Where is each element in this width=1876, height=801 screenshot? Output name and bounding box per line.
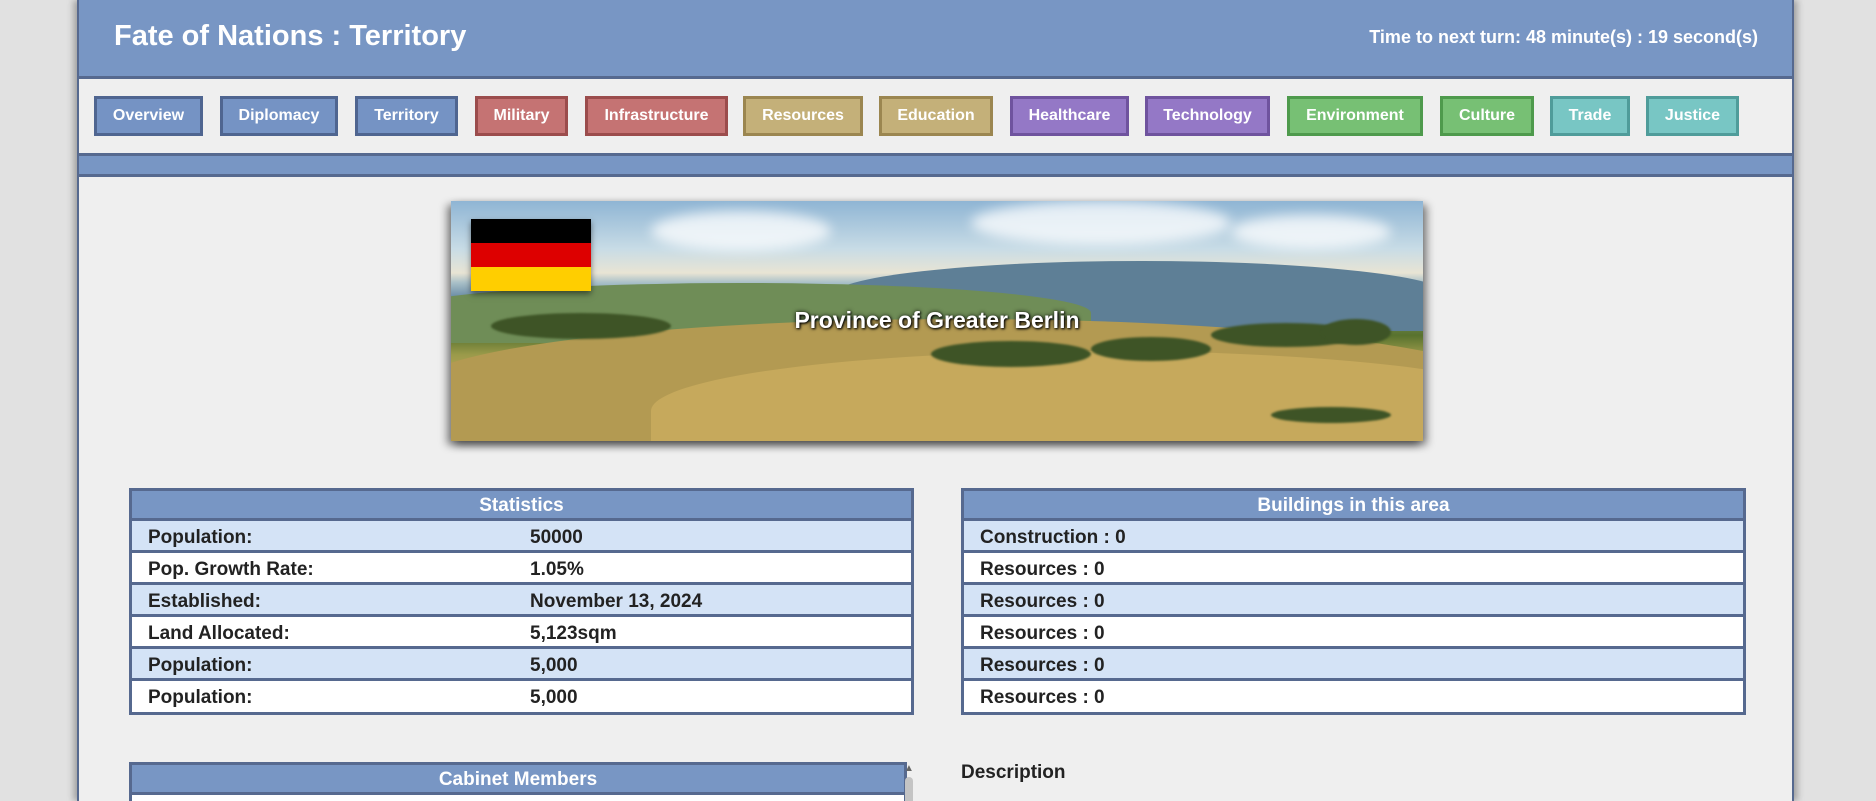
cloud-shape xyxy=(651,211,831,251)
stat-label: Population: xyxy=(148,687,253,708)
nav-bar: Overview Diplomacy Territory Military In… xyxy=(79,79,1792,153)
nav-diplomacy-button[interactable]: Diplomacy xyxy=(220,96,338,136)
stat-row: Pop. Growth Rate: 1.05% xyxy=(132,553,911,585)
stat-value: November 13, 2024 xyxy=(530,591,703,612)
nav-infrastructure-button[interactable]: Infrastructure xyxy=(585,96,728,136)
stat-value: 50000 xyxy=(530,527,583,548)
nav-healthcare-button[interactable]: Healthcare xyxy=(1010,96,1129,136)
stat-label: Population: xyxy=(148,655,253,676)
nav-culture-button[interactable]: Culture xyxy=(1440,96,1534,136)
province-banner: Province of Greater Berlin xyxy=(451,201,1423,441)
stat-value: 5,123sqm xyxy=(530,623,617,644)
nav-territory-button[interactable]: Territory xyxy=(355,96,458,136)
cabinet-scrollbar[interactable]: ▲ xyxy=(902,763,916,801)
scroll-thumb[interactable] xyxy=(905,777,913,801)
cabinet-panel: Cabinet Members xyxy=(129,762,907,801)
building-label: Resources : 0 xyxy=(980,623,1105,644)
nav-resources-button[interactable]: Resources xyxy=(743,96,863,136)
stat-value: 5,000 xyxy=(530,655,578,676)
statistics-title: Statistics xyxy=(132,491,911,521)
page: Fate of Nations : Territory Time to next… xyxy=(77,0,1794,801)
nav-technology-button[interactable]: Technology xyxy=(1145,96,1270,136)
tree-line xyxy=(931,341,1091,367)
stat-value: 5,000 xyxy=(530,687,578,708)
province-name: Province of Greater Berlin xyxy=(794,307,1080,333)
stat-row: Population: 5,000 xyxy=(132,681,911,713)
germany-flag-icon xyxy=(471,219,591,291)
description-label: Description xyxy=(961,762,1066,783)
stat-value: 1.05% xyxy=(530,559,584,580)
stat-label: Pop. Growth Rate: xyxy=(148,559,314,580)
building-row: Resources : 0 xyxy=(964,585,1743,617)
stat-label: Population: xyxy=(148,527,253,548)
stat-row: Population: 5,000 xyxy=(132,649,911,681)
nav-military-button[interactable]: Military xyxy=(475,96,568,136)
building-label: Resources : 0 xyxy=(980,591,1105,612)
buildings-title: Buildings in this area xyxy=(964,491,1743,521)
scroll-up-icon[interactable]: ▲ xyxy=(904,763,914,774)
tree-line xyxy=(1271,407,1391,423)
building-row: Construction : 0 xyxy=(964,521,1743,553)
building-label: Construction : 0 xyxy=(980,527,1126,548)
cloud-shape xyxy=(1231,215,1391,249)
building-row: Resources : 0 xyxy=(964,617,1743,649)
building-row: Resources : 0 xyxy=(964,649,1743,681)
page-title: Fate of Nations : Territory xyxy=(114,20,467,52)
building-row: Resources : 0 xyxy=(964,681,1743,713)
nav-education-button[interactable]: Education xyxy=(879,96,993,136)
building-row: Resources : 0 xyxy=(964,553,1743,585)
cabinet-title: Cabinet Members xyxy=(132,765,904,795)
stat-row: Population: 50000 xyxy=(132,521,911,553)
nav-overview-button[interactable]: Overview xyxy=(94,96,203,136)
tree-line xyxy=(1091,337,1211,361)
nav-trade-button[interactable]: Trade xyxy=(1550,96,1630,136)
turn-timer: Time to next turn: 48 minute(s) : 19 sec… xyxy=(1369,27,1758,47)
header: Fate of Nations : Territory Time to next… xyxy=(79,0,1792,79)
nav-environment-button[interactable]: Environment xyxy=(1287,96,1423,136)
stat-label: Established: xyxy=(148,591,261,612)
building-label: Resources : 0 xyxy=(980,559,1105,580)
building-label: Resources : 0 xyxy=(980,655,1105,676)
stat-row: Established: November 13, 2024 xyxy=(132,585,911,617)
buildings-panel: Buildings in this area Construction : 0 … xyxy=(961,488,1746,715)
cloud-shape xyxy=(971,201,1231,245)
building-label: Resources : 0 xyxy=(980,687,1105,708)
nav-justice-button[interactable]: Justice xyxy=(1646,96,1739,136)
sub-nav-bar xyxy=(79,153,1792,177)
statistics-panel: Statistics Population: 50000 Pop. Growth… xyxy=(129,488,914,715)
stat-row: Land Allocated: 5,123sqm xyxy=(132,617,911,649)
stat-label: Land Allocated: xyxy=(148,623,290,644)
